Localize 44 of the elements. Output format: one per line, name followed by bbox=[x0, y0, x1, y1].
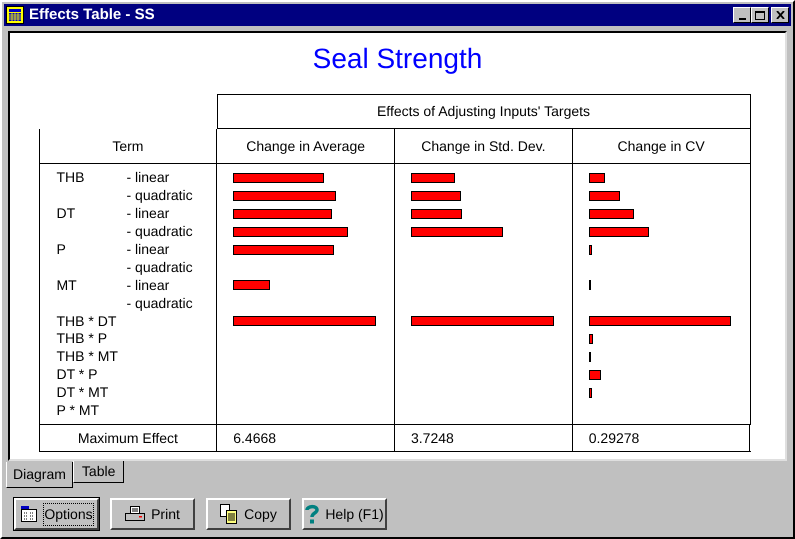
column-header: Change in Average bbox=[217, 129, 395, 164]
tab[interactable]: Diagram bbox=[6, 462, 73, 488]
minimize-button[interactable] bbox=[733, 7, 751, 23]
toolbar-button[interactable]: Help (F1) bbox=[302, 498, 387, 530]
close-button[interactable] bbox=[771, 7, 789, 23]
term-qualifier: - linear bbox=[126, 168, 170, 188]
window-title: Effects Table - SS bbox=[29, 4, 155, 25]
term-label: MT bbox=[56, 276, 78, 295]
term-label: THB bbox=[56, 168, 86, 188]
maximum-value: 6.4668 bbox=[233, 428, 276, 448]
close-icon bbox=[776, 11, 784, 19]
term-label: DT * MT bbox=[56, 383, 110, 402]
maximum-value: 0.29278 bbox=[588, 428, 640, 448]
term-label: P * MT bbox=[56, 401, 100, 420]
term-qualifier: - quadratic bbox=[126, 258, 193, 277]
term-label: DT bbox=[56, 204, 76, 224]
column-header: Change in Std. Dev. bbox=[395, 129, 573, 164]
question-mark-icon bbox=[305, 504, 320, 524]
column-header: Change in CV bbox=[572, 129, 750, 164]
tab[interactable]: Table bbox=[72, 461, 124, 483]
term-label: P bbox=[56, 240, 67, 260]
term-qualifier: - quadratic bbox=[126, 294, 193, 313]
term-label: THB * MT bbox=[56, 347, 119, 366]
dialog-icon bbox=[20, 505, 38, 523]
copy-icon bbox=[220, 504, 238, 524]
column-header: Term bbox=[40, 129, 218, 164]
term-qualifier: - quadratic bbox=[126, 222, 193, 242]
term-label: DT * P bbox=[56, 365, 98, 384]
printer-icon bbox=[125, 506, 146, 522]
group-header: Effects of Adjusting Inputs' Targets bbox=[216, 94, 750, 129]
footer-label: Maximum Effect bbox=[78, 428, 178, 448]
table-icon bbox=[6, 6, 24, 24]
term-qualifier: - linear bbox=[126, 204, 170, 224]
term-qualifier: - linear bbox=[126, 240, 170, 260]
maximum-value: 3.7248 bbox=[410, 428, 454, 448]
term-label: THB * DT bbox=[56, 312, 118, 331]
term-label: THB * P bbox=[56, 329, 108, 348]
toolbar-button[interactable]: Options bbox=[14, 498, 99, 530]
toolbar-button[interactable]: Print bbox=[110, 498, 195, 530]
maximize-button[interactable] bbox=[751, 7, 769, 23]
toolbar-button[interactable]: Copy bbox=[206, 498, 291, 530]
term-qualifier: - quadratic bbox=[126, 186, 193, 206]
chart-title: Seal Strength bbox=[312, 42, 482, 76]
term-qualifier: - linear bbox=[126, 276, 170, 295]
